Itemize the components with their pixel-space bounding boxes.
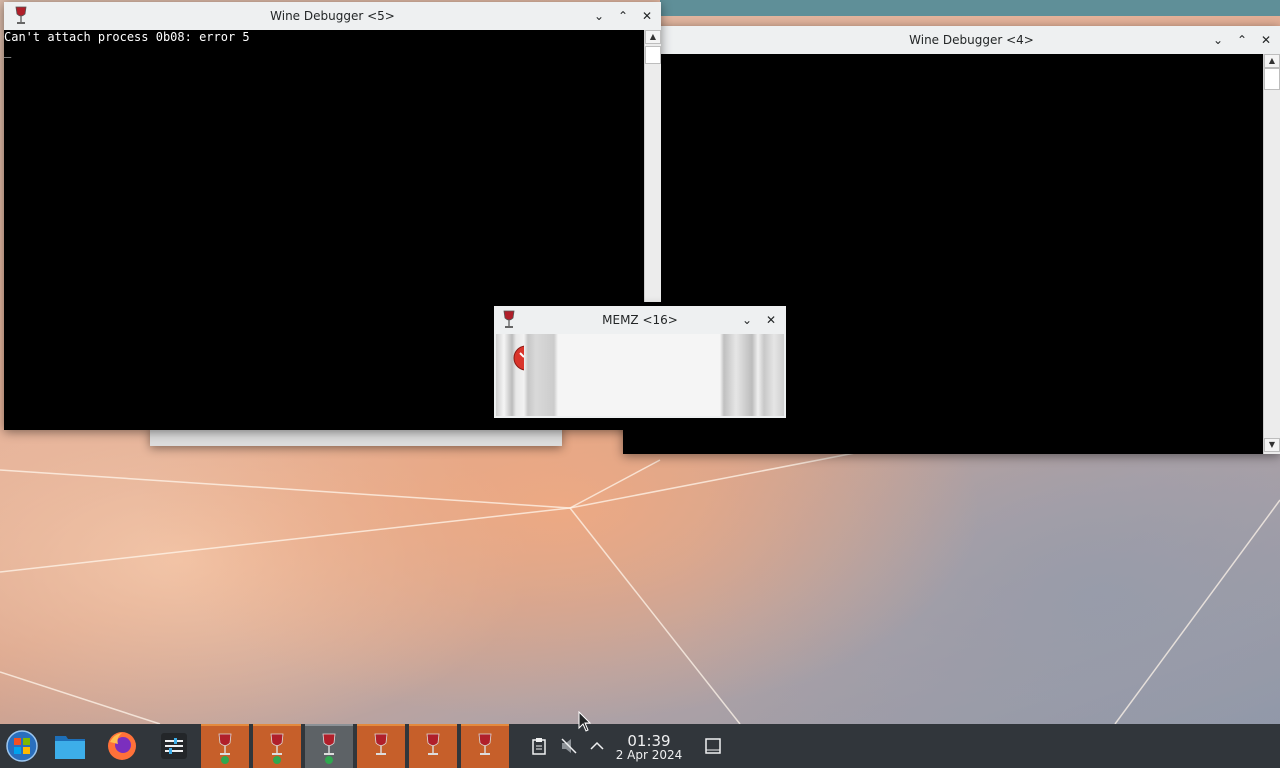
window-title: Wine Debugger <4> [909, 33, 1034, 47]
close-button[interactable]: ✕ [762, 311, 780, 329]
file-manager-icon [55, 736, 85, 759]
start-menu-button[interactable] [0, 724, 44, 768]
wine-glass-icon [218, 733, 232, 764]
text-cursor: _ [4, 44, 12, 58]
minimize-button[interactable]: ⌄ [1209, 31, 1227, 49]
show-desktop-icon [705, 738, 721, 754]
titlebar[interactable]: MEMZ <16> ⌄ ✕ [494, 306, 786, 334]
background-window [660, 0, 1280, 16]
scroll-up-button[interactable]: ▲ [645, 30, 661, 44]
kde-start-menu-icon [6, 730, 38, 762]
task-wine-6[interactable] [461, 724, 509, 768]
task-wine-3[interactable] [305, 724, 353, 768]
firefox-launcher[interactable] [100, 724, 144, 768]
scroll-up-button[interactable]: ▲ [1264, 54, 1280, 68]
task-wine-1[interactable] [201, 724, 249, 768]
system-settings-launcher[interactable] [152, 724, 196, 768]
window-title: Wine Debugger <5> [270, 9, 395, 23]
scroll-thumb[interactable] [645, 46, 661, 64]
scroll-down-button[interactable]: ▼ [1264, 438, 1280, 452]
firefox-icon [108, 732, 136, 760]
chevron-up-icon [590, 741, 604, 750]
desktop[interactable]: Wine Debugger <4> ⌄ ⌃ ✕ ▲ ▼ Wine Debugge… [0, 0, 1280, 724]
wine-glass-icon [426, 733, 440, 755]
system-settings-icon [161, 733, 187, 759]
wine-glass-icon [478, 733, 492, 755]
clipboard-tray-button[interactable] [528, 724, 550, 768]
wine-glass-icon [374, 733, 388, 755]
vertical-scrollbar[interactable]: ▲ [644, 30, 661, 302]
close-button[interactable]: ✕ [638, 7, 656, 25]
task-wine-5[interactable] [409, 724, 457, 768]
error-icon [513, 345, 524, 371]
wine-glass-icon [270, 733, 284, 764]
task-wine-4[interactable] [357, 724, 405, 768]
minimize-button[interactable]: ⌄ [590, 7, 608, 25]
vertical-scrollbar[interactable]: ▲ ▼ [1263, 54, 1280, 454]
scroll-thumb[interactable] [1264, 68, 1280, 90]
volume-tray-button[interactable] [558, 724, 580, 768]
wine-glass-icon [322, 733, 336, 764]
maximize-button[interactable]: ⌃ [614, 7, 632, 25]
close-button[interactable]: ✕ [1257, 31, 1275, 49]
clock-date[interactable]: 2 Apr 2024 [604, 748, 694, 762]
file-manager-launcher[interactable] [48, 724, 92, 768]
mouse-pointer-icon [578, 711, 592, 732]
maximize-button[interactable]: ⌃ [1233, 31, 1251, 49]
console-line: Can't attach process 0b08: error 5 [4, 30, 250, 44]
minimize-button[interactable]: ⌄ [738, 311, 756, 329]
titlebar[interactable]: Wine Debugger <4> ⌄ ⌃ ✕ [623, 26, 1280, 54]
task-wine-2[interactable] [253, 724, 301, 768]
volume-muted-icon [561, 738, 577, 754]
memz-content [496, 334, 784, 416]
titlebar[interactable]: Wine Debugger <5> ⌄ ⌃ ✕ [4, 2, 661, 30]
clipboard-icon [532, 738, 546, 755]
window-memz-16[interactable]: MEMZ <16> ⌄ ✕ [494, 306, 786, 418]
show-desktop-button[interactable] [702, 724, 724, 768]
